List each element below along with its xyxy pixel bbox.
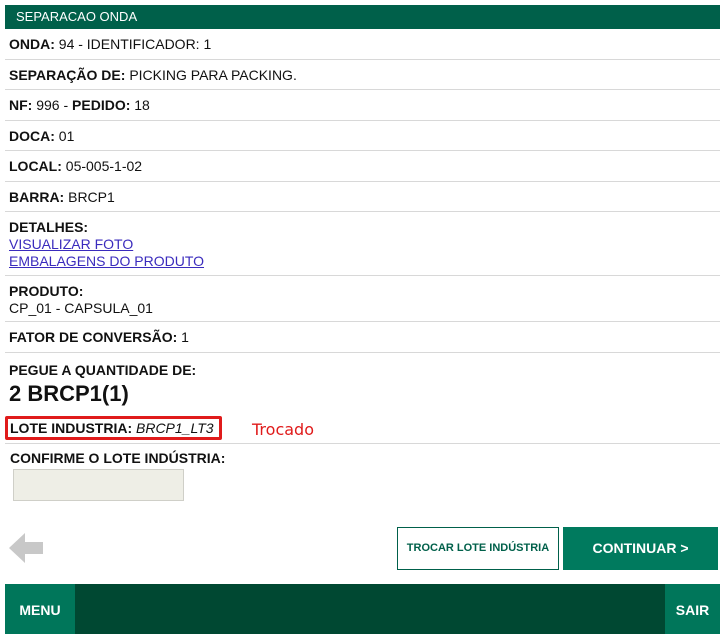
nf-value: 996 - [36,97,69,113]
confirm-lote-input[interactable] [13,469,184,501]
nf-pedido-row: NF: 996 - PEDIDO: 18 [5,90,720,121]
separacao-row: SEPARAÇÃO DE: PICKING PARA PACKING. [5,60,720,90]
doca-label: DOCA: [9,127,55,144]
pegue-quantity: 2 BRCP1(1) [9,380,129,406]
product-packaging-link[interactable]: EMBALAGENS DO PRODUTO [9,253,716,270]
barra-label: BARRA: [9,188,65,205]
fator-value: 1 [181,329,189,345]
page-title: SEPARACAO ONDA [16,9,138,24]
sair-button[interactable]: SAIR [665,584,720,634]
local-label: LOCAL: [9,158,62,174]
barra-value: BRCP1 [68,188,115,205]
detalhes-label: DETALHES: [9,219,89,235]
fator-row: FATOR DE CONVERSÃO: 1 [5,322,720,353]
trocado-annotation: Trocado [252,420,314,439]
produto-label: PRODUTO: [9,283,84,299]
onda-label: ONDA: [9,36,55,52]
page-header: SEPARACAO ONDA [5,5,720,29]
nf-label: NF: [9,97,33,113]
onda-row: ONDA: 94 - IDENTIFICADOR: 1 [5,29,720,60]
produto-row: PRODUTO: CP_01 - CAPSULA_01 [5,276,720,322]
detalhes-row: DETALHES: VISUALIZAR FOTO EMBALAGENS DO … [5,212,720,276]
pegue-label: PEGUE A QUANTIDADE DE: [9,361,197,378]
arrow-left-icon[interactable] [7,530,45,566]
local-value: 05-005-1-02 [65,158,143,174]
separacao-value: PICKING PARA PACKING. [129,66,297,83]
lote-label: LOTE INDUSTRIA: [10,420,133,436]
trocar-lote-button[interactable]: TROCAR LOTE INDÚSTRIA [397,527,559,570]
onda-value: 94 - IDENTIFICADOR: 1 [58,36,212,52]
view-photo-link[interactable]: VISUALIZAR FOTO [9,236,716,253]
lote-industria-row: LOTE INDUSTRIA: BRCP1_LT3 [10,420,214,437]
lote-value: BRCP1_LT3 [136,420,214,436]
barra-row: BARRA: BRCP1 [5,182,720,212]
confirm-lote-label: CONFIRME O LOTE INDÚSTRIA: [10,450,226,466]
detail-list: ONDA: 94 - IDENTIFICADOR: 1 SEPARAÇÃO DE… [5,29,720,444]
doca-value: 01 [58,127,75,144]
pedido-value: 18 [134,97,150,113]
footer-bar [5,584,720,634]
separacao-label: SEPARAÇÃO DE: [9,66,126,83]
local-row: LOCAL: 05-005-1-02 [5,151,720,182]
continuar-button[interactable]: CONTINUAR > [563,527,718,570]
fator-label: FATOR DE CONVERSÃO: [9,329,178,345]
menu-button[interactable]: MENU [5,584,75,634]
produto-value: CP_01 - CAPSULA_01 [9,300,153,316]
doca-row: DOCA: 01 [5,121,720,151]
pedido-label: PEDIDO: [72,97,131,113]
